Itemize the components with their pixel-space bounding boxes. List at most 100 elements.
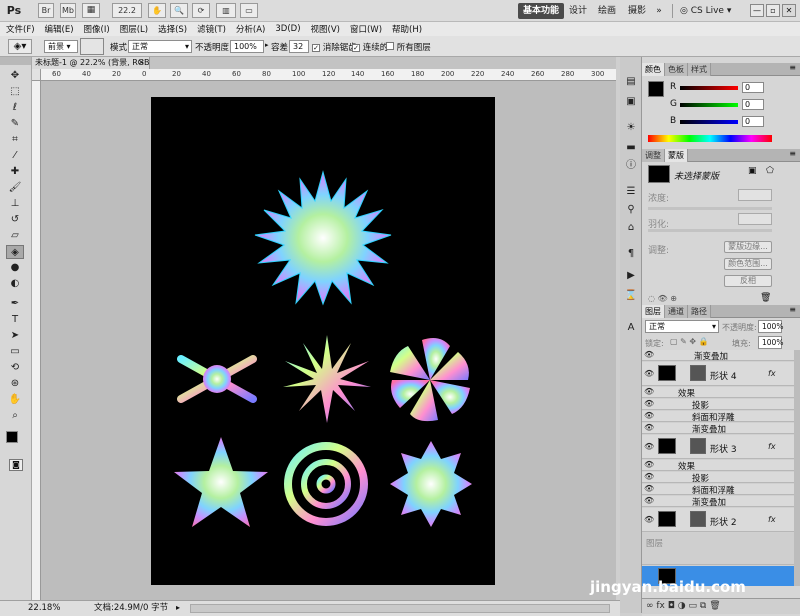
zoom-tool-button[interactable]: 🔍 [170, 3, 188, 18]
brush-icon[interactable]: 🖌 [6, 181, 24, 195]
quick-mask-icon[interactable]: ◙ [9, 459, 23, 471]
type-icon[interactable]: T [6, 313, 24, 327]
eyedropper-icon[interactable]: ⁄ [6, 149, 24, 163]
menu-help[interactable]: 帮助(H) [392, 23, 422, 35]
move-icon[interactable]: ✥ [6, 69, 24, 83]
vector-mask-icon[interactable]: ⬠ [766, 166, 774, 176]
lasso-icon[interactable]: ℓ [6, 101, 24, 115]
eraser-icon[interactable]: ▱ [6, 229, 24, 243]
mask-panel-icon[interactable]: ▬ [624, 141, 638, 155]
bridge-button[interactable]: Br [38, 3, 54, 18]
list-item[interactable]: 👁 渐变叠加 [642, 350, 794, 362]
clone-stamp-icon[interactable]: ⊥ [6, 197, 24, 211]
feather-slider[interactable] [648, 229, 772, 232]
all-layers-option[interactable]: 所有图层 [386, 41, 431, 53]
fx-icon[interactable]: fx [768, 442, 776, 451]
list-item[interactable]: 👁 投影 [642, 399, 794, 411]
history-icon[interactable]: ⌛ [624, 289, 638, 303]
status-menu-icon[interactable]: ▸ [176, 601, 180, 615]
menu-file[interactable]: 文件(F) [6, 23, 35, 35]
checkbox-checked-icon[interactable]: ✓ [312, 44, 320, 52]
menu-analysis[interactable]: 分析(A) [236, 23, 265, 35]
eye-icon[interactable]: 👁 [644, 411, 654, 420]
tab-layers[interactable]: 图层 [642, 305, 665, 318]
channel-g-slider[interactable] [680, 103, 738, 107]
channel-r-input[interactable]: 0 [742, 82, 764, 93]
eye-icon[interactable]: 👁 [644, 369, 654, 378]
info-icon[interactable]: ⓘ [624, 159, 638, 173]
blur-icon[interactable]: ● [6, 261, 24, 275]
list-item[interactable]: 👁 斜面和浮雕 [642, 411, 794, 423]
quick-select-icon[interactable]: ✎ [6, 117, 24, 131]
list-item[interactable]: 👁 渐变叠加 [642, 496, 794, 508]
document-canvas[interactable] [151, 97, 495, 585]
hand-tool-button[interactable]: ✋ [148, 3, 166, 18]
list-item[interactable]: 👁 效果 [642, 460, 794, 472]
eye-icon[interactable]: 👁 [644, 472, 654, 481]
menu-layer[interactable]: 图层(L) [120, 23, 148, 35]
cs-live-button[interactable]: ◎ CS Live ▾ [680, 3, 742, 19]
blend-mode-select[interactable]: 正常 ▾ [128, 40, 192, 53]
eye-icon[interactable]: 👁 [644, 387, 654, 396]
tab-channels[interactable]: 通道 [665, 305, 688, 318]
feather-input[interactable] [738, 213, 772, 225]
layer-opacity-input[interactable]: 100% [758, 320, 783, 333]
document-tab[interactable]: 未标题-1 @ 22.2% (背景, RGB/8) * [32, 57, 150, 69]
tab-swatches[interactable]: 色板 [665, 63, 688, 76]
link-layers-icon[interactable]: ∞ [646, 601, 654, 611]
3d-orbit-icon[interactable]: ⊛ [6, 377, 24, 391]
foreground-color-swatch[interactable] [6, 431, 18, 443]
minimize-button[interactable]: — [750, 4, 764, 17]
character-icon[interactable]: A [624, 321, 638, 335]
menu-view[interactable]: 视图(V) [311, 23, 340, 35]
history-brush-icon[interactable]: ↺ [6, 213, 24, 227]
ruler-origin[interactable] [32, 69, 41, 81]
workspace-photography[interactable]: 摄影 [626, 3, 648, 19]
view-extras-button[interactable]: ▦ [82, 3, 100, 18]
tab-paths[interactable]: 路径 [688, 305, 711, 318]
checkbox-checked-icon[interactable]: ✓ [352, 44, 360, 52]
zoom-icon[interactable]: ⌕ [6, 409, 24, 423]
fill-source-select[interactable]: 前景 ▾ [44, 40, 78, 53]
checkbox-unchecked-icon[interactable] [386, 42, 394, 50]
menu-3d[interactable]: 3D(D) [275, 24, 300, 34]
tab-masks[interactable]: 蒙版 [665, 149, 688, 162]
pixel-mask-icon[interactable]: ▣ [748, 166, 757, 176]
pattern-picker[interactable] [80, 38, 104, 55]
menu-select[interactable]: 选择(S) [158, 23, 187, 35]
status-zoom[interactable]: 22.18% [28, 601, 60, 615]
maximize-button[interactable]: ▫ [766, 4, 780, 17]
crop-icon[interactable]: ⌗ [6, 133, 24, 147]
fg-color-swatch[interactable] [648, 81, 664, 97]
list-item[interactable]: 👁 斜面和浮雕 [642, 484, 794, 496]
fill-input[interactable]: 100% [758, 336, 783, 349]
group-icon[interactable]: ▭ [688, 601, 697, 611]
navigator-icon[interactable]: ▣ [624, 95, 638, 109]
paint-bucket-preset-icon[interactable]: ◈▾ [8, 39, 32, 54]
adjustment-layer-icon[interactable]: ◑ [678, 601, 686, 611]
path-select-icon[interactable]: ➤ [6, 329, 24, 343]
shape-icon[interactable]: ▭ [6, 345, 24, 359]
panel-menu-icon[interactable]: ≡ [789, 149, 796, 158]
screen-mode-button[interactable]: ▭ [240, 3, 258, 18]
eye-icon[interactable]: 👁 [644, 515, 654, 524]
arrange-documents-button[interactable]: ▥ [216, 3, 236, 18]
channel-g-input[interactable]: 0 [742, 99, 764, 110]
menu-image[interactable]: 图像(I) [84, 23, 110, 35]
horizontal-scrollbar[interactable] [190, 604, 610, 613]
fx-icon[interactable]: fx [768, 369, 776, 378]
layer-row-shape-2[interactable]: 👁 形状 2 fx [642, 508, 794, 532]
workspace-design[interactable]: 设计 [568, 3, 588, 19]
zoom-level-field[interactable]: 22.2 [112, 3, 142, 18]
list-item[interactable]: 👁 投影 [642, 472, 794, 484]
workspace-painting[interactable]: 绘画 [596, 3, 618, 19]
layer-row-shape-4[interactable]: 👁 形状 4 fx [642, 362, 794, 386]
list-item[interactable]: 图层 [642, 533, 794, 565]
density-input[interactable] [738, 189, 772, 201]
eye-icon[interactable]: 👁 [644, 496, 654, 505]
color-spectrum-bar[interactable] [648, 135, 772, 142]
menu-window[interactable]: 窗口(W) [350, 23, 382, 35]
3d-rotate-icon[interactable]: ⟲ [6, 361, 24, 375]
eye-icon[interactable]: 👁 [644, 484, 654, 493]
density-slider[interactable] [648, 207, 772, 210]
